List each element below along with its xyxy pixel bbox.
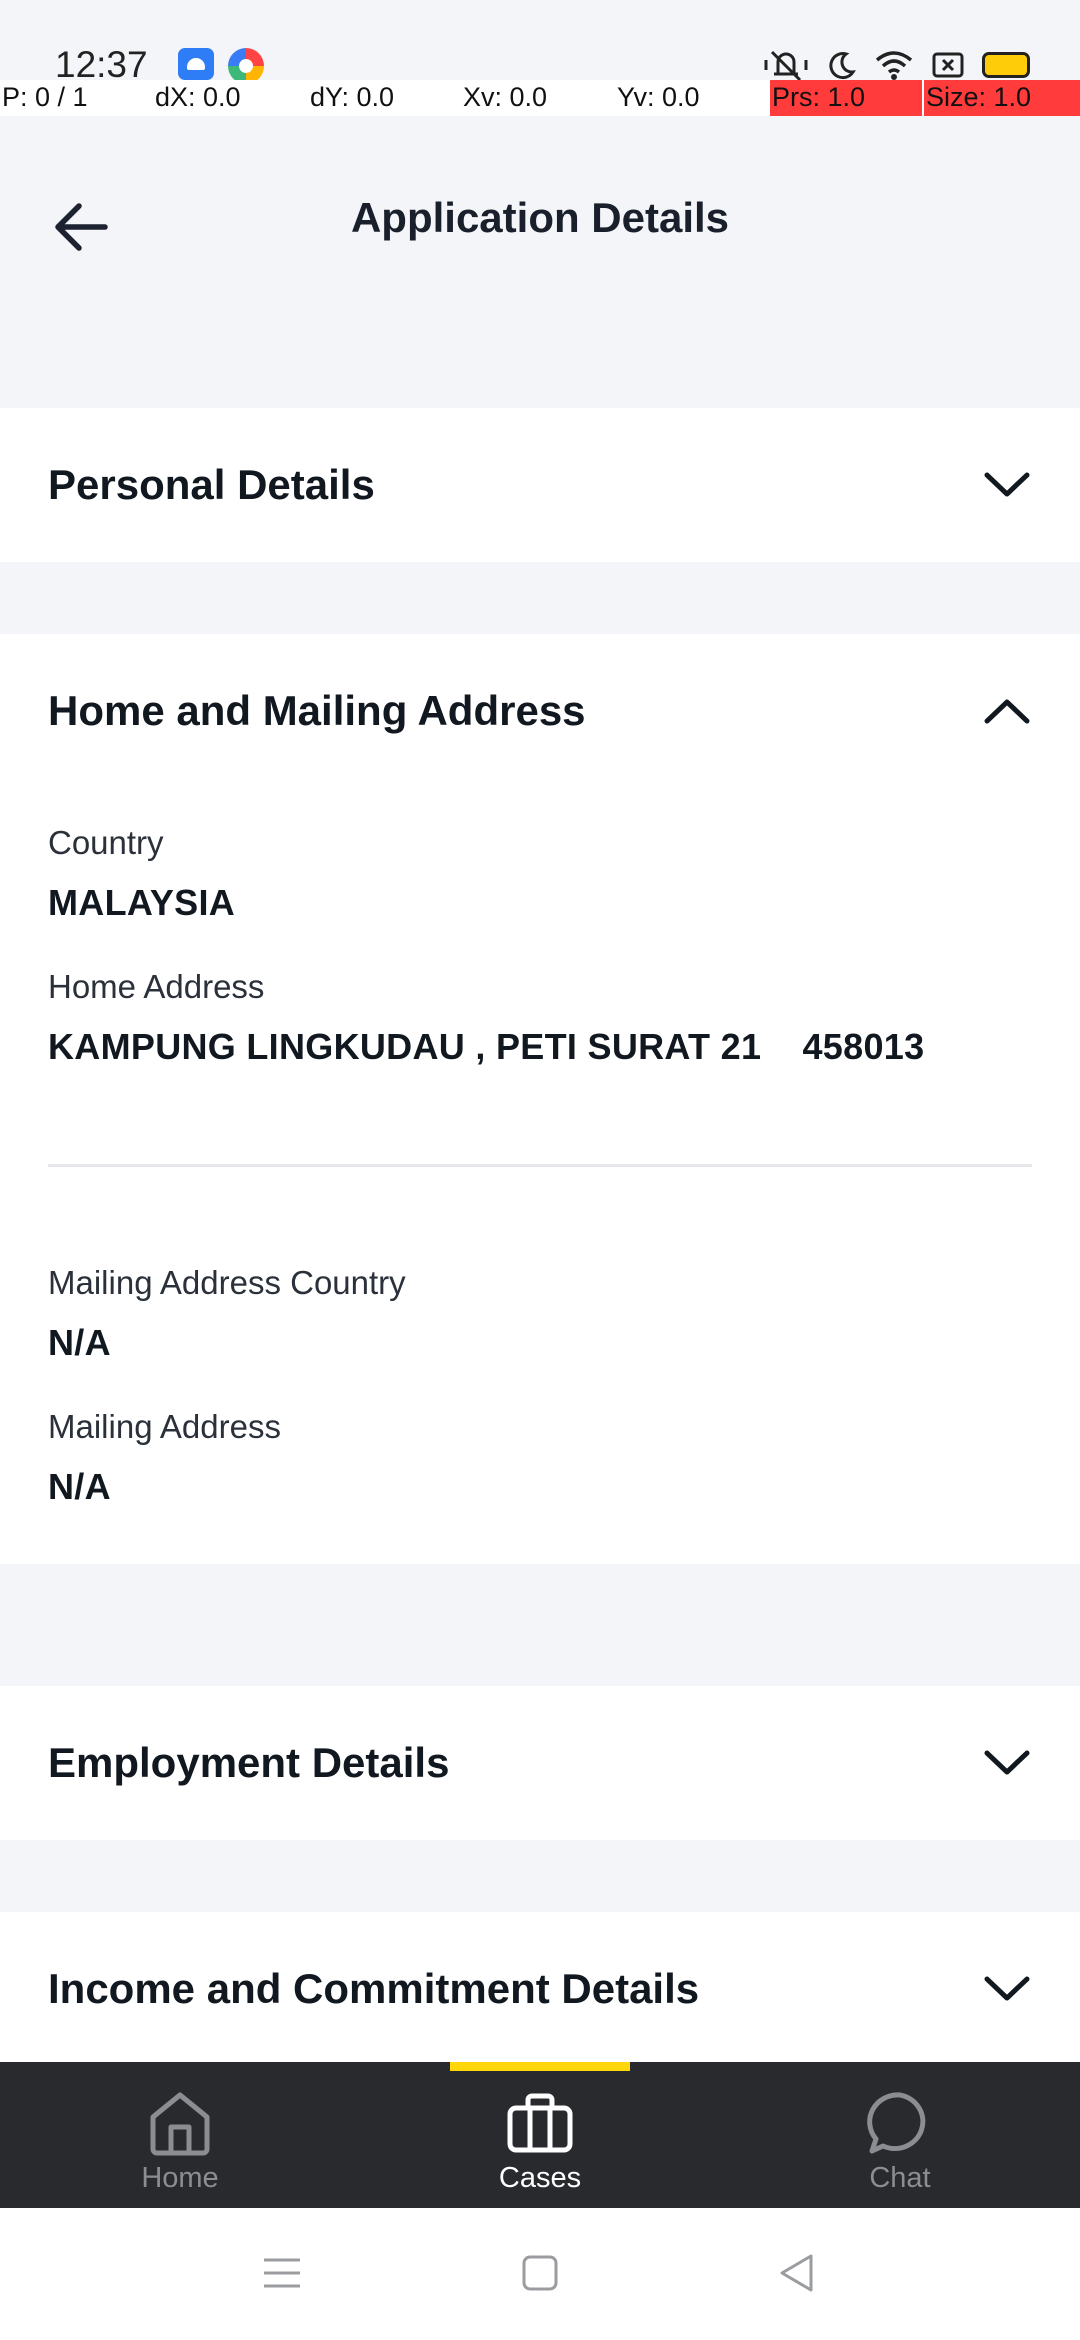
system-icons — [764, 48, 1030, 82]
chevron-down-icon[interactable] — [982, 460, 1032, 510]
briefcase-icon — [507, 2093, 573, 2153]
section-home-mailing-address: Home and Mailing Address Country MALAYSI… — [0, 634, 1080, 1564]
browser-notification-icon — [228, 48, 264, 84]
chevron-down-icon[interactable] — [982, 1738, 1032, 1788]
menu-icon — [264, 2258, 300, 2288]
nav-label-home: Home — [141, 2162, 219, 2194]
system-navigation-bar — [0, 2208, 1080, 2340]
debug-xv: Xv: 0.0 — [463, 82, 548, 112]
section-personal-details[interactable]: Personal Details — [0, 408, 1080, 562]
chevron-up-icon[interactable] — [982, 686, 1032, 736]
mailing-address-value: N/A — [48, 1466, 111, 1507]
app-notification-icon — [178, 48, 214, 80]
battery-icon — [982, 52, 1030, 78]
country-value: MALAYSIA — [48, 882, 236, 923]
wifi-icon — [875, 51, 913, 80]
recents-button[interactable] — [252, 2248, 312, 2298]
mute-icon — [764, 50, 808, 82]
pointer-debug-overlay: P: 0 / 1 dX: 0.0 dY: 0.0 Xv: 0.0 Yv: 0.0… — [0, 80, 1080, 116]
debug-pressure: Prs: 1.0 — [772, 82, 866, 112]
section-title: Personal Details — [48, 461, 375, 508]
bottom-navigation: Home Cases Chat — [0, 2062, 1080, 2208]
mailing-country-label: Mailing Address Country — [48, 1264, 406, 1301]
triangle-back-icon — [780, 2254, 813, 2292]
section-header[interactable]: Income and Commitment Details — [48, 1954, 1032, 2024]
debug-dx: dX: 0.0 — [155, 82, 241, 112]
section-header[interactable]: Employment Details — [48, 1728, 1032, 1798]
do-not-disturb-icon — [829, 52, 856, 80]
section-title: Employment Details — [48, 1739, 450, 1786]
nav-item-home[interactable]: Home — [80, 2086, 280, 2206]
section-title: Home and Mailing Address — [48, 687, 586, 734]
nav-item-chat[interactable]: Chat — [800, 2086, 1000, 2206]
debug-yv: Yv: 0.0 — [617, 82, 700, 112]
square-icon — [522, 2255, 558, 2291]
section-header[interactable]: Home and Mailing Address — [48, 676, 1032, 746]
page-title: Application Details — [350, 194, 730, 241]
chat-bubble-icon — [867, 2092, 926, 2154]
home-address-label: Home Address — [48, 968, 265, 1005]
section-header[interactable]: Personal Details — [48, 450, 1032, 520]
screenshot-icon — [932, 52, 964, 78]
home-icon — [150, 2092, 210, 2156]
home-address-value: KAMPUNG LINGKUDAU , PETI SURAT 21 458013 — [48, 1026, 925, 1067]
active-tab-indicator — [450, 2062, 630, 2071]
mailing-address-label: Mailing Address — [48, 1408, 281, 1445]
country-label: Country — [48, 824, 164, 861]
nav-label-chat: Chat — [869, 2162, 931, 2194]
status-bar: 12:37 — [0, 0, 1080, 85]
section-title: Income and Commitment Details — [48, 1965, 700, 2012]
nav-item-cases[interactable]: Cases — [440, 2086, 640, 2206]
debug-pointer: P: 0 / 1 — [2, 82, 88, 112]
divider — [48, 1164, 1032, 1167]
back-system-button[interactable] — [766, 2248, 826, 2298]
section-income-commitment-details[interactable]: Income and Commitment Details — [0, 1912, 1080, 2062]
mailing-country-value: N/A — [48, 1322, 111, 1363]
debug-dy: dY: 0.0 — [310, 82, 395, 112]
debug-size: Size: 1.0 — [926, 82, 1032, 112]
section-employment-details[interactable]: Employment Details — [0, 1686, 1080, 1840]
app-header: Application Details — [0, 116, 1080, 406]
home-system-button[interactable] — [510, 2248, 570, 2298]
chevron-down-icon[interactable] — [982, 1964, 1032, 2014]
nav-label-cases: Cases — [498, 2162, 582, 2194]
